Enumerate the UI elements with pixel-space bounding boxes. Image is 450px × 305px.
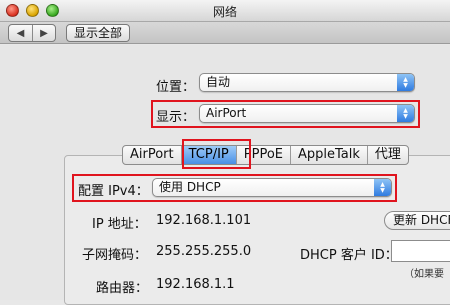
ip-address-label: IP 地址： <box>92 217 147 232</box>
subnet-mask-label: 子网掩码： <box>82 248 148 263</box>
location-popup[interactable]: 自动 ▲ ▼ <box>199 73 415 92</box>
configure-ipv4-popup[interactable]: 使用 DHCP ▲ ▼ <box>152 178 392 197</box>
show-all-button[interactable]: 显示全部 <box>66 24 131 42</box>
popup-arrows-icon: ▲ ▼ <box>397 105 414 122</box>
window-title: 网络 <box>212 5 237 19</box>
dhcp-client-id-hint: （如果要 <box>404 269 444 280</box>
configure-ipv4-label: 配置 IPv4： <box>78 184 149 199</box>
router-label: 路由器： <box>96 281 149 296</box>
tab-proxy[interactable]: 代理 <box>366 146 408 164</box>
ip-address-value: 192.168.1.101 <box>156 213 252 228</box>
back-arrow-icon[interactable]: ◀ <box>9 25 32 41</box>
popup-arrows-icon: ▲ ▼ <box>374 179 391 196</box>
window-titlebar: 网络 <box>0 0 450 22</box>
router-value: 192.168.1.1 <box>156 277 235 292</box>
show-value: AirPort <box>206 106 247 120</box>
configure-ipv4-value: 使用 DHCP <box>159 180 221 194</box>
tab-appletalk[interactable]: AppleTalk <box>290 146 367 164</box>
toolbar: ◀ ▶ 显示全部 <box>0 22 450 44</box>
location-value: 自动 <box>206 75 231 89</box>
forward-arrow-icon[interactable]: ▶ <box>32 25 55 41</box>
tcpip-highlight-box <box>182 139 251 169</box>
back-forward-control: ◀ ▶ <box>8 24 56 42</box>
tab-airport[interactable]: AirPort <box>123 146 181 164</box>
dhcp-client-id-field[interactable] <box>391 240 450 262</box>
show-label: 显示： <box>156 110 196 125</box>
popup-arrows-icon: ▲ ▼ <box>397 74 414 91</box>
tab-bar: AirPort TCP/IP PPPoE AppleTalk 代理 <box>122 145 409 165</box>
dhcp-client-id-label: DHCP 客户 ID： <box>300 248 398 263</box>
renew-dhcp-button[interactable]: 更新 DHCF <box>384 211 450 230</box>
subnet-mask-value: 255.255.255.0 <box>156 244 252 259</box>
show-popup[interactable]: AirPort ▲ ▼ <box>199 104 415 123</box>
location-label: 位置： <box>156 80 196 95</box>
